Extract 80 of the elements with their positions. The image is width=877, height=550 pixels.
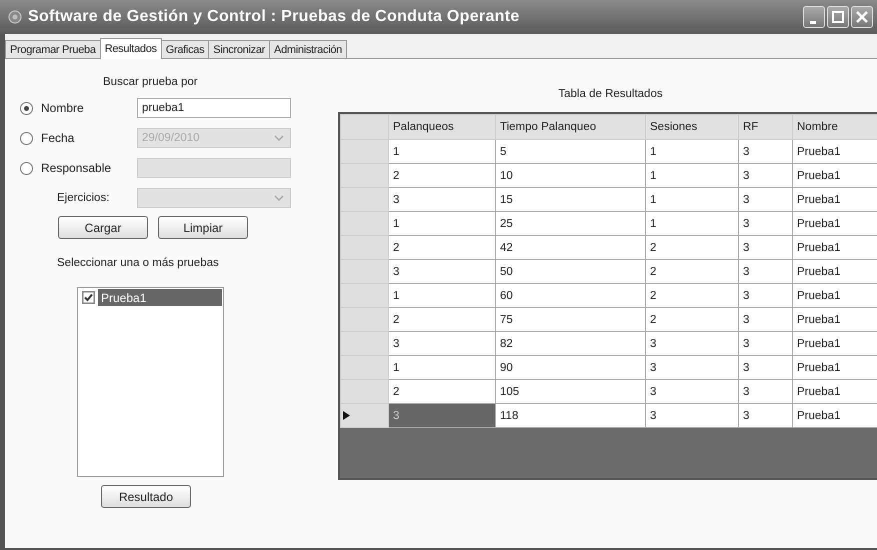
column-header[interactable]: Tiempo Palanqueo [496, 114, 646, 140]
tab[interactable]: Programar Prueba [5, 40, 101, 58]
tab[interactable]: Administración [269, 40, 347, 58]
table-cell[interactable]: 3 [388, 332, 496, 356]
table-cell[interactable]: 3 [388, 404, 496, 428]
window-title: Software de Gestión y Control : Pruebas de Conduta Operante [28, 8, 521, 26]
table-cell[interactable]: 15 [496, 188, 646, 212]
table-cell[interactable]: 3 [646, 356, 738, 380]
table-cell[interactable]: 2 [388, 308, 496, 332]
table-cell[interactable]: 105 [496, 380, 646, 404]
result-button[interactable]: Resultado [101, 485, 191, 508]
table-cell[interactable]: 25 [496, 212, 646, 236]
table-cell[interactable]: 3 [738, 356, 792, 380]
table-cell[interactable]: 60 [496, 284, 646, 308]
table-cell[interactable]: 3 [646, 404, 738, 428]
table-cell[interactable]: 2 [646, 308, 738, 332]
table-cell[interactable]: 1 [388, 140, 496, 164]
checkbox[interactable] [82, 291, 95, 304]
table-cell[interactable]: 3 [646, 380, 738, 404]
table-cell[interactable]: 2 [388, 164, 496, 188]
app-icon [8, 10, 22, 24]
table-cell[interactable]: 3 [646, 332, 738, 356]
close-button[interactable] [851, 6, 873, 28]
text-field[interactable]: prueba1 [137, 98, 291, 118]
tab[interactable]: Resultados [100, 38, 162, 59]
table-cell[interactable]: 2 [646, 260, 738, 284]
table-cell[interactable]: 1 [646, 140, 738, 164]
table-cell[interactable]: 1 [646, 164, 738, 188]
test-list[interactable]: Prueba1 [77, 287, 224, 477]
table-cell[interactable]: 3 [738, 308, 792, 332]
column-header[interactable]: Sesiones [646, 114, 738, 140]
section-label: Seleccionar una o más pruebas [57, 257, 220, 269]
close-icon [855, 10, 869, 24]
tab[interactable]: Graficas [160, 40, 210, 58]
table-cell[interactable]: 3 [388, 188, 496, 212]
table-cell[interactable]: 1 [388, 356, 496, 380]
table-cell[interactable]: 3 [738, 164, 792, 188]
table-cell[interactable]: 42 [496, 236, 646, 260]
action-button[interactable]: Cargar [58, 216, 148, 239]
table-cell[interactable]: 5 [496, 140, 646, 164]
table-cell[interactable]: 3 [738, 284, 792, 308]
column-header[interactable]: RF [738, 114, 792, 140]
row-header [340, 114, 388, 140]
table-cell[interactable]: 3 [738, 188, 792, 212]
table-cell[interactable]: 3 [388, 260, 496, 284]
table-cell[interactable]: 3 [738, 140, 792, 164]
table-cell[interactable]: 10 [496, 164, 646, 188]
minimize-button[interactable] [803, 6, 825, 28]
table-cell[interactable]: 90 [496, 356, 646, 380]
table-cell[interactable]: 3 [738, 260, 792, 284]
table-cell[interactable]: 118 [496, 404, 646, 428]
table-cell[interactable]: 1 [388, 284, 496, 308]
table-cell[interactable]: 1 [388, 212, 496, 236]
maximize-icon [831, 10, 845, 24]
table-cell[interactable]: 3 [738, 380, 792, 404]
minimize-icon [810, 20, 816, 24]
table-cell[interactable]: 82 [496, 332, 646, 356]
table-title: Tabla de Resultados [557, 88, 664, 100]
table-cell[interactable]: 50 [496, 260, 646, 284]
table-cell[interactable]: 1 [646, 188, 738, 212]
table-cell[interactable]: 1 [646, 212, 738, 236]
list-item[interactable]: Prueba1 [98, 289, 222, 306]
column-header[interactable]: Nombre [792, 114, 877, 140]
table-cell[interactable]: 2 [646, 236, 738, 260]
table-cell[interactable]: 3 [738, 236, 792, 260]
table-cell[interactable]: 3 [738, 404, 792, 428]
column-header[interactable]: Palanqueos [388, 114, 496, 140]
row-header[interactable] [340, 404, 388, 428]
field-label: Ejercicios: [56, 192, 110, 204]
table-cell[interactable]: 2 [646, 284, 738, 308]
current-row-icon [343, 411, 350, 420]
action-button[interactable]: Limpiar [158, 216, 248, 239]
section-label: Buscar prueba por [103, 76, 199, 88]
maximize-button[interactable] [827, 6, 849, 28]
table-cell[interactable]: 3 [738, 332, 792, 356]
table-cell[interactable]: 75 [496, 308, 646, 332]
tab[interactable]: Sincronizar [208, 40, 270, 58]
radio-button[interactable]: Nombre [5, 100, 137, 116]
table-cell[interactable]: 2 [388, 236, 496, 260]
table-cell[interactable]: 3 [738, 212, 792, 236]
